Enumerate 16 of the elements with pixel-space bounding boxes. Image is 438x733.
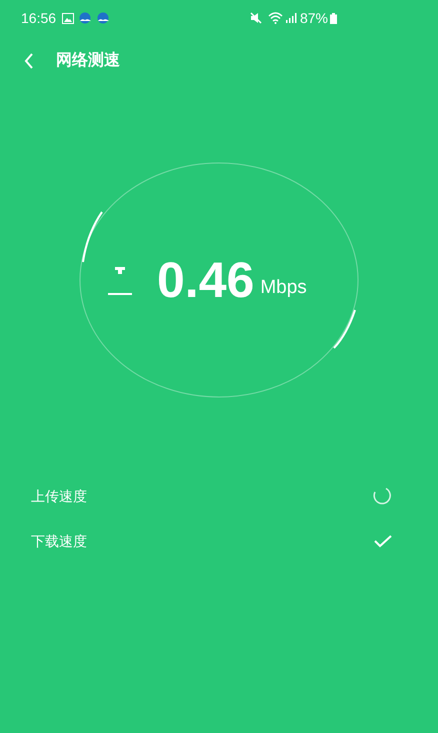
upload-icon — [107, 264, 133, 296]
battery-percent: 87% — [300, 8, 328, 28]
signal-icon — [286, 13, 297, 23]
wifi-icon — [268, 12, 283, 24]
speed-unit: Mbps — [260, 276, 307, 300]
battery-icon — [330, 12, 337, 24]
back-button[interactable] — [24, 53, 34, 69]
test-label: 下载速度 — [31, 532, 87, 550]
status-time: 16:56 — [21, 8, 56, 28]
speed-value: 0.46 — [157, 255, 254, 305]
image-icon — [62, 12, 74, 24]
cloud-icon — [78, 12, 92, 24]
mute-icon — [250, 12, 262, 24]
page-title: 网络测速 — [56, 50, 120, 71]
cloud-icon — [96, 12, 110, 24]
test-label: 上传速度 — [31, 486, 87, 506]
